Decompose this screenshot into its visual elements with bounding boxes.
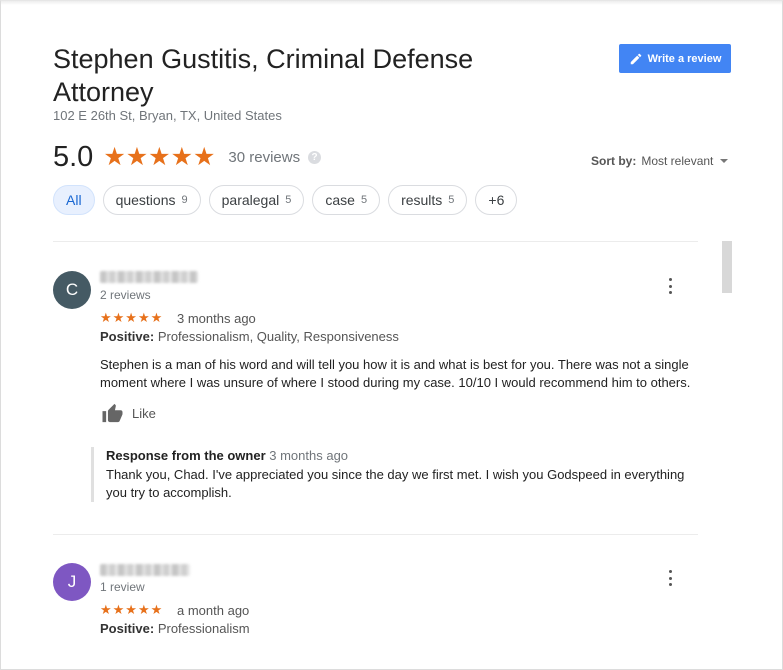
chip-paralegal[interactable]: paralegal 5 (208, 185, 305, 215)
positive-label: Positive: (100, 329, 155, 344)
chip-count: 9 (181, 194, 188, 206)
chip-count: 5 (285, 194, 292, 206)
chip-all[interactable]: All (53, 185, 95, 215)
topic-filter-chips: All questions 9 paralegal 5 case 5 resul… (53, 185, 518, 215)
write-review-button[interactable]: Write a review (619, 44, 731, 73)
dropdown-caret-icon (720, 159, 729, 163)
chip-more[interactable]: +6 (475, 185, 518, 215)
help-icon[interactable]: ? (308, 150, 322, 164)
positive-value: Professionalism (157, 621, 250, 636)
owner-response-header: Response from the owner 3 months ago (106, 447, 691, 465)
chip-label: results (401, 192, 443, 208)
owner-response-title: Response from the owner (106, 448, 266, 463)
review-stars: ★★★★★ (100, 310, 164, 325)
chip-case[interactable]: case 5 (312, 185, 381, 215)
owner-response: Response from the owner 3 months ago Tha… (91, 447, 691, 502)
owner-response-time: 3 months ago (269, 448, 349, 463)
like-label: Like (132, 405, 156, 421)
reviews-dialog: Stephen Gustitis, Criminal Defense Attor… (0, 0, 783, 670)
chip-count: 5 (360, 194, 368, 206)
average-stars: ★★★★★ (103, 143, 216, 171)
write-review-label: Write a review (647, 52, 722, 65)
chip-label: questions (115, 192, 176, 208)
divider (53, 534, 698, 535)
review-count: 30 reviews (228, 148, 301, 166)
place-address: 102 E 26th St, Bryan, TX, United States (53, 108, 282, 123)
sort-label: Sort by: (591, 154, 637, 168)
reviewer-name-redacted[interactable] (100, 564, 190, 576)
more-options-icon[interactable] (665, 570, 675, 586)
review-stars: ★★★★★ (100, 602, 164, 617)
chip-questions[interactable]: questions 9 (102, 185, 201, 215)
rating-summary: 5.0 ★★★★★ 30 reviews ? (53, 140, 322, 174)
chip-results[interactable]: results 5 (388, 185, 468, 215)
like-button[interactable]: Like (101, 403, 156, 423)
scrollbar-thumb[interactable] (722, 241, 732, 293)
review-time: 3 months ago (177, 311, 256, 326)
avatar[interactable]: C (53, 271, 91, 309)
positive-label: Positive: (100, 621, 155, 636)
chip-label: case (325, 192, 355, 208)
reviewer-review-count[interactable]: 2 reviews (100, 288, 151, 302)
review-text: Stephen is a man of his word and will te… (100, 357, 691, 390)
place-title: Stephen Gustitis, Criminal Defense Attor… (53, 44, 474, 107)
review-positive-attributes: Positive: Professionalism (100, 621, 250, 636)
pencil-icon (630, 53, 641, 64)
owner-response-text: Thank you, Chad. I've appreciated you si… (106, 467, 685, 500)
reviewer-review-count[interactable]: 1 review (100, 580, 145, 594)
chip-count: 5 (448, 194, 455, 206)
chip-label: +6 (488, 192, 505, 208)
divider (53, 241, 698, 242)
sort-value: Most relevant (641, 154, 714, 168)
positive-value: Professionalism, Quality, Responsiveness (157, 329, 399, 344)
review-positive-attributes: Positive: Professionalism, Quality, Resp… (100, 329, 399, 344)
top-edge-shadow (1, 1, 782, 5)
thumbs-up-icon (102, 403, 123, 423)
reviewer-name-redacted[interactable] (100, 271, 198, 283)
average-score: 5.0 (53, 140, 94, 173)
more-options-icon[interactable] (665, 278, 675, 294)
chip-label: All (66, 192, 82, 208)
review-time: a month ago (177, 603, 250, 618)
avatar[interactable]: J (53, 563, 91, 601)
sort-dropdown[interactable]: Sort by: Most relevant (591, 154, 729, 168)
chip-label: paralegal (221, 192, 280, 208)
